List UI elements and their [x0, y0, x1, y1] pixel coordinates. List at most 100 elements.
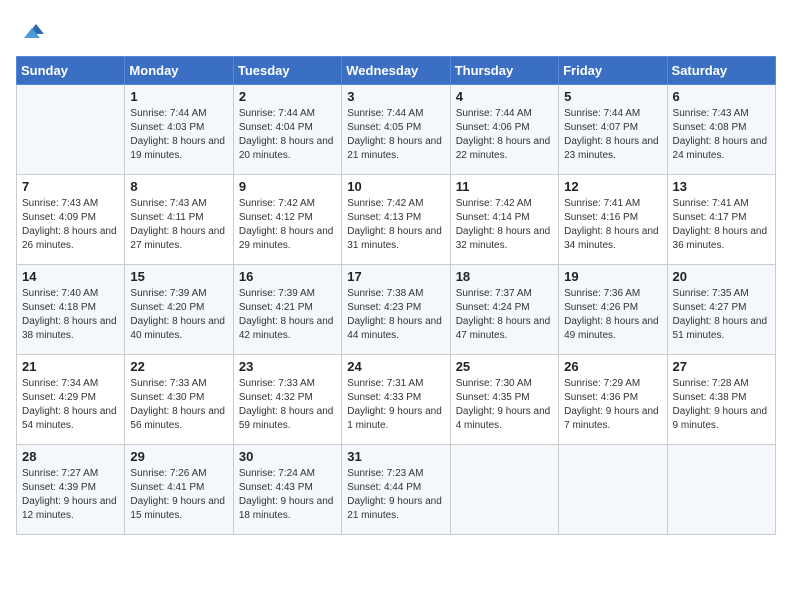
- day-info: Sunrise: 7:39 AMSunset: 4:21 PMDaylight:…: [239, 287, 336, 343]
- day-info: Sunrise: 7:41 AMSunset: 4:17 PMDaylight:…: [673, 197, 770, 253]
- calendar-cell: 5 Sunrise: 7:44 AMSunset: 4:07 PMDaylight…: [559, 85, 667, 175]
- calendar-cell: 24Sunrise: 7:31 AMSunset: 4:33 PMDayligh…: [342, 355, 450, 445]
- calendar-cell: 4 Sunrise: 7:44 AMSunset: 4:06 PMDaylight…: [450, 85, 558, 175]
- calendar-cell: 26 Sunrise: 7:29 AMSunset: 4:36 PMDayligh…: [559, 355, 667, 445]
- calendar-cell: 8 Sunrise: 7:43 AMSunset: 4:11 PMDaylight…: [125, 175, 233, 265]
- calendar-cell: [559, 445, 667, 535]
- day-number: 6: [673, 89, 770, 104]
- calendar-cell: 2 Sunrise: 7:44 AMSunset: 4:04 PMDaylight…: [233, 85, 341, 175]
- calendar-cell: 7 Sunrise: 7:43 AMSunset: 4:09 PMDaylight…: [17, 175, 125, 265]
- day-number: 8: [130, 179, 227, 194]
- calendar-cell: 3Sunrise: 7:44 AMSunset: 4:05 PMDaylight…: [342, 85, 450, 175]
- logo-icon: [16, 16, 46, 46]
- day-info: Sunrise: 7:26 AMSunset: 4:41 PMDaylight:…: [130, 467, 227, 523]
- weekday-header-monday: Monday: [125, 57, 233, 85]
- day-number: 19: [564, 269, 661, 284]
- calendar-cell: 6 Sunrise: 7:43 AMSunset: 4:08 PMDaylight…: [667, 85, 775, 175]
- day-number: 13: [673, 179, 770, 194]
- calendar-week-row: 21 Sunrise: 7:34 AMSunset: 4:29 PMDayligh…: [17, 355, 776, 445]
- day-info: Sunrise: 7:34 AMSunset: 4:29 PMDaylight:…: [22, 377, 119, 433]
- calendar-table: SundayMondayTuesdayWednesdayThursdayFrid…: [16, 56, 776, 535]
- day-number: 11: [456, 179, 553, 194]
- calendar-cell: [450, 445, 558, 535]
- day-number: 22: [130, 359, 227, 374]
- day-info: Sunrise: 7:38 AMSunset: 4:23 PMDaylight:…: [347, 287, 444, 343]
- day-info: Sunrise: 7:29 AMSunset: 4:36 PMDaylight:…: [564, 377, 661, 433]
- day-number: 24: [347, 359, 444, 374]
- calendar-cell: 23 Sunrise: 7:33 AMSunset: 4:32 PMDayligh…: [233, 355, 341, 445]
- calendar-week-row: 1 Sunrise: 7:44 AMSunset: 4:03 PMDaylight…: [17, 85, 776, 175]
- calendar-cell: 10Sunrise: 7:42 AMSunset: 4:13 PMDayligh…: [342, 175, 450, 265]
- day-info: Sunrise: 7:43 AMSunset: 4:09 PMDaylight:…: [22, 197, 119, 253]
- calendar-cell: 29 Sunrise: 7:26 AMSunset: 4:41 PMDayligh…: [125, 445, 233, 535]
- weekday-header-wednesday: Wednesday: [342, 57, 450, 85]
- day-number: 20: [673, 269, 770, 284]
- day-info: Sunrise: 7:37 AMSunset: 4:24 PMDaylight:…: [456, 287, 553, 343]
- calendar-cell: 25 Sunrise: 7:30 AMSunset: 4:35 PMDayligh…: [450, 355, 558, 445]
- calendar-cell: 27 Sunrise: 7:28 AMSunset: 4:38 PMDayligh…: [667, 355, 775, 445]
- calendar-week-row: 14 Sunrise: 7:40 AMSunset: 4:18 PMDayligh…: [17, 265, 776, 355]
- day-number: 10: [347, 179, 444, 194]
- day-number: 9: [239, 179, 336, 194]
- day-number: 31: [347, 449, 444, 464]
- calendar-cell: 21 Sunrise: 7:34 AMSunset: 4:29 PMDayligh…: [17, 355, 125, 445]
- day-info: Sunrise: 7:35 AMSunset: 4:27 PMDaylight:…: [673, 287, 770, 343]
- day-info: Sunrise: 7:30 AMSunset: 4:35 PMDaylight:…: [456, 377, 553, 433]
- weekday-header-saturday: Saturday: [667, 57, 775, 85]
- logo: [16, 16, 50, 46]
- day-number: 25: [456, 359, 553, 374]
- calendar-cell: 19Sunrise: 7:36 AMSunset: 4:26 PMDayligh…: [559, 265, 667, 355]
- day-info: Sunrise: 7:28 AMSunset: 4:38 PMDaylight:…: [673, 377, 770, 433]
- day-number: 16: [239, 269, 336, 284]
- calendar-cell: 14 Sunrise: 7:40 AMSunset: 4:18 PMDayligh…: [17, 265, 125, 355]
- day-number: 5: [564, 89, 661, 104]
- day-info: Sunrise: 7:44 AMSunset: 4:05 PMDaylight:…: [347, 107, 444, 163]
- day-info: Sunrise: 7:43 AMSunset: 4:08 PMDaylight:…: [673, 107, 770, 163]
- day-info: Sunrise: 7:44 AMSunset: 4:04 PMDaylight:…: [239, 107, 336, 163]
- weekday-header-sunday: Sunday: [17, 57, 125, 85]
- day-number: 7: [22, 179, 119, 194]
- calendar-cell: 31 Sunrise: 7:23 AMSunset: 4:44 PMDayligh…: [342, 445, 450, 535]
- calendar-cell: 11Sunrise: 7:42 AMSunset: 4:14 PMDayligh…: [450, 175, 558, 265]
- calendar-cell: [667, 445, 775, 535]
- calendar-cell: 30 Sunrise: 7:24 AMSunset: 4:43 PMDayligh…: [233, 445, 341, 535]
- day-info: Sunrise: 7:33 AMSunset: 4:32 PMDaylight:…: [239, 377, 336, 433]
- day-number: 28: [22, 449, 119, 464]
- day-number: 12: [564, 179, 661, 194]
- day-info: Sunrise: 7:44 AMSunset: 4:07 PMDaylight:…: [564, 107, 661, 163]
- calendar-cell: 17 Sunrise: 7:38 AMSunset: 4:23 PMDayligh…: [342, 265, 450, 355]
- day-number: 23: [239, 359, 336, 374]
- day-number: 17: [347, 269, 444, 284]
- calendar-cell: 20 Sunrise: 7:35 AMSunset: 4:27 PMDayligh…: [667, 265, 775, 355]
- calendar-cell: 12Sunrise: 7:41 AMSunset: 4:16 PMDayligh…: [559, 175, 667, 265]
- day-number: 30: [239, 449, 336, 464]
- calendar-cell: 13 Sunrise: 7:41 AMSunset: 4:17 PMDayligh…: [667, 175, 775, 265]
- day-number: 4: [456, 89, 553, 104]
- day-info: Sunrise: 7:27 AMSunset: 4:39 PMDaylight:…: [22, 467, 119, 523]
- calendar-cell: 22 Sunrise: 7:33 AMSunset: 4:30 PMDayligh…: [125, 355, 233, 445]
- day-info: Sunrise: 7:44 AMSunset: 4:03 PMDaylight:…: [130, 107, 227, 163]
- day-number: 27: [673, 359, 770, 374]
- day-info: Sunrise: 7:24 AMSunset: 4:43 PMDaylight:…: [239, 467, 336, 523]
- day-info: Sunrise: 7:44 AMSunset: 4:06 PMDaylight:…: [456, 107, 553, 163]
- day-number: 1: [130, 89, 227, 104]
- calendar-cell: 28 Sunrise: 7:27 AMSunset: 4:39 PMDayligh…: [17, 445, 125, 535]
- day-info: Sunrise: 7:42 AMSunset: 4:12 PMDaylight:…: [239, 197, 336, 253]
- day-info: Sunrise: 7:33 AMSunset: 4:30 PMDaylight:…: [130, 377, 227, 433]
- day-number: 21: [22, 359, 119, 374]
- weekday-header-tuesday: Tuesday: [233, 57, 341, 85]
- day-info: Sunrise: 7:43 AMSunset: 4:11 PMDaylight:…: [130, 197, 227, 253]
- calendar-cell: 1 Sunrise: 7:44 AMSunset: 4:03 PMDaylight…: [125, 85, 233, 175]
- day-info: Sunrise: 7:39 AMSunset: 4:20 PMDaylight:…: [130, 287, 227, 343]
- calendar-cell: 15Sunrise: 7:39 AMSunset: 4:20 PMDayligh…: [125, 265, 233, 355]
- weekday-header-friday: Friday: [559, 57, 667, 85]
- day-number: 29: [130, 449, 227, 464]
- day-number: 14: [22, 269, 119, 284]
- page-header: [16, 16, 776, 46]
- calendar-cell: [17, 85, 125, 175]
- day-info: Sunrise: 7:23 AMSunset: 4:44 PMDaylight:…: [347, 467, 444, 523]
- day-number: 26: [564, 359, 661, 374]
- day-info: Sunrise: 7:40 AMSunset: 4:18 PMDaylight:…: [22, 287, 119, 343]
- day-number: 2: [239, 89, 336, 104]
- calendar-cell: 18Sunrise: 7:37 AMSunset: 4:24 PMDayligh…: [450, 265, 558, 355]
